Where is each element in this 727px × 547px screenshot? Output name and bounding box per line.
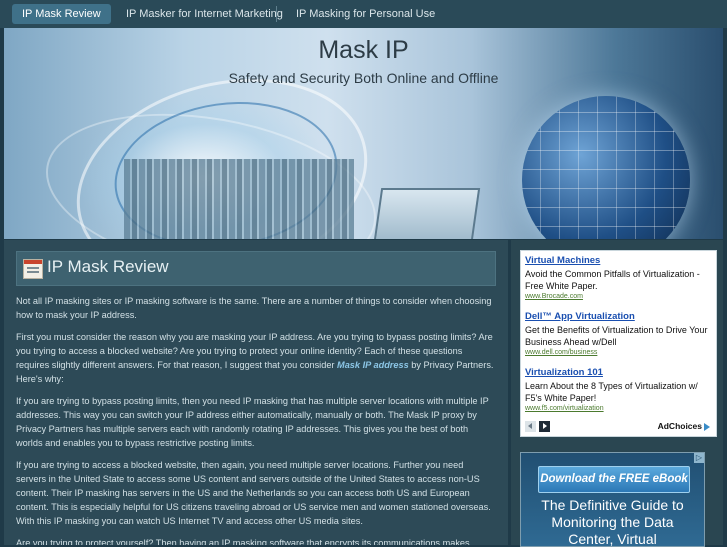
top-nav: IP Mask Review IP Masker for Internet Ma… bbox=[0, 0, 727, 28]
download-ebook-button[interactable]: Download the FREE eBook bbox=[538, 466, 690, 493]
post-paragraph: If you are trying to access a blocked we… bbox=[16, 460, 491, 526]
post-paragraph: If you are trying to bypass posting limi… bbox=[16, 396, 489, 448]
mask-ip-address-link[interactable]: Mask IP address bbox=[337, 360, 409, 370]
ad-item[interactable]: Dell™ App Virtualization Get the Benefit… bbox=[525, 311, 711, 356]
post-title-bar: IP Mask Review bbox=[16, 251, 496, 286]
banner-monitor-image bbox=[370, 188, 481, 239]
ad-item[interactable]: Virtualization 101 Learn About the 8 Typ… bbox=[525, 367, 711, 412]
post-paragraph: Not all IP masking sites or IP masking s… bbox=[16, 296, 492, 320]
header-banner: Mask IP Safety and Security Both Online … bbox=[4, 28, 723, 239]
post-title[interactable]: IP Mask Review bbox=[47, 257, 169, 277]
ad-description: Get the Benefits of Virtualization to Dr… bbox=[525, 325, 708, 347]
ad-title[interactable]: Virtual Machines bbox=[525, 255, 711, 266]
sidebar: Virtual Machines Avoid the Common Pitfal… bbox=[511, 240, 723, 547]
text-ad-unit: Virtual Machines Avoid the Common Pitfal… bbox=[520, 250, 717, 437]
ad-description: Learn About the 8 Types of Virtualizatio… bbox=[525, 381, 698, 403]
nav-separator bbox=[276, 6, 277, 22]
nav-item-ip-masker-internet-marketing[interactable]: IP Masker for Internet Marketing bbox=[116, 4, 293, 24]
ebook-ad-banner[interactable]: ▷ Download the FREE eBook The Definitive… bbox=[520, 452, 705, 547]
ad-next-arrow-icon[interactable] bbox=[539, 421, 550, 432]
adchoices-link[interactable]: AdChoices bbox=[658, 421, 710, 431]
ad-item[interactable]: Virtual Machines Avoid the Common Pitfal… bbox=[525, 255, 711, 300]
post-paragraph: First you must consider the reason why y… bbox=[16, 332, 494, 384]
adchoices-icon bbox=[704, 422, 710, 431]
ad-url[interactable]: www.f5.com/virtualization bbox=[525, 405, 711, 412]
ebook-heading: The Definitive Guide to Monitoring the D… bbox=[541, 497, 684, 547]
ad-url[interactable]: www.dell.com/business bbox=[525, 349, 711, 356]
calendar-icon bbox=[23, 259, 43, 279]
ad-title[interactable]: Dell™ App Virtualization bbox=[525, 311, 711, 322]
ad-title[interactable]: Virtualization 101 bbox=[525, 367, 711, 378]
globe-icon bbox=[522, 96, 690, 239]
site-tagline: Safety and Security Both Online and Offl… bbox=[228, 70, 499, 86]
post-body: Not all IP masking sites or IP masking s… bbox=[16, 294, 496, 545]
ad-prev-arrow-icon[interactable] bbox=[525, 421, 536, 432]
banner-server-racks bbox=[124, 159, 354, 239]
site-title[interactable]: Mask IP bbox=[4, 36, 723, 65]
nav-item-ip-masking-personal-use[interactable]: IP Masking for Personal Use bbox=[286, 4, 445, 24]
ad-description: Avoid the Common Pitfalls of Virtualizat… bbox=[525, 269, 700, 291]
nav-item-ip-mask-review[interactable]: IP Mask Review bbox=[12, 4, 111, 24]
main-content: IP Mask Review Not all IP masking sites … bbox=[4, 240, 508, 545]
ad-url[interactable]: www.Brocade.com bbox=[525, 293, 711, 300]
adchoices-icon[interactable]: ▷ bbox=[694, 453, 704, 463]
post-paragraph: Are you trying to protect yourself? Then… bbox=[16, 538, 470, 545]
